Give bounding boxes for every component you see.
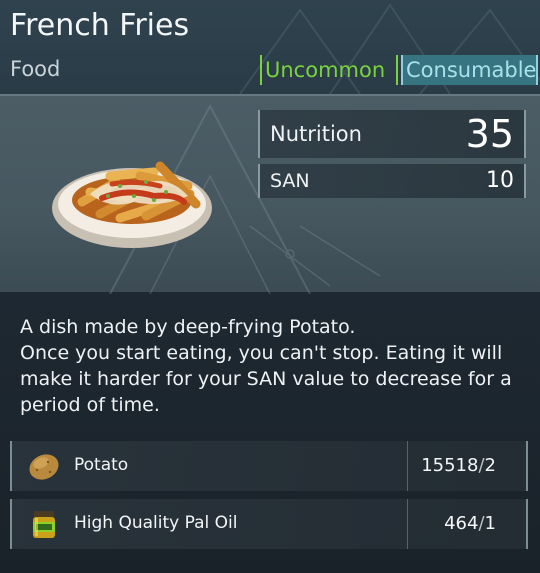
french-fries-icon (52, 161, 212, 248)
san-stat: SAN 10 (258, 164, 526, 198)
ingredient-count: 464/1 (444, 513, 496, 534)
item-category: Food (10, 57, 61, 81)
ingredient-count: 15518/2 (421, 455, 496, 476)
column-divider (407, 499, 408, 549)
san-label: SAN (270, 170, 310, 192)
description-area: A dish made by deep-frying Potato. Once … (0, 292, 540, 422)
nutrition-value: 35 (465, 112, 514, 156)
required-count: 2 (484, 455, 496, 476)
owned-count: 464 (444, 513, 479, 534)
nutrition-stat: Nutrition 35 (258, 110, 526, 158)
item-preview-area: Nutrition 35 SAN 10 (0, 94, 540, 294)
potato-icon (29, 454, 59, 480)
item-title: French Fries (10, 8, 190, 43)
item-header: French Fries Food Uncommon Consumable (0, 0, 540, 94)
ingredient-list: Potato 15518/2 High Quality Pal Oil 464/… (10, 441, 528, 557)
item-detail-panel: French Fries Food Uncommon Consumable Nu… (0, 0, 540, 573)
ingredient-name: High Quality Pal Oil (74, 513, 238, 533)
type-badge: Consumable (401, 55, 538, 85)
ingredient-row: Potato 15518/2 (10, 441, 528, 491)
owned-count: 15518 (421, 455, 479, 476)
ingredient-row: High Quality Pal Oil 464/1 (10, 499, 528, 549)
nutrition-label: Nutrition (270, 122, 362, 146)
ingredient-name: Potato (74, 455, 129, 475)
item-description: A dish made by deep-frying Potato. Once … (20, 316, 512, 416)
column-divider (407, 441, 408, 491)
san-value: 10 (486, 168, 514, 193)
required-count: 1 (484, 513, 496, 534)
pal-oil-jar-icon (33, 511, 55, 538)
rarity-badge: Uncommon (260, 55, 398, 85)
